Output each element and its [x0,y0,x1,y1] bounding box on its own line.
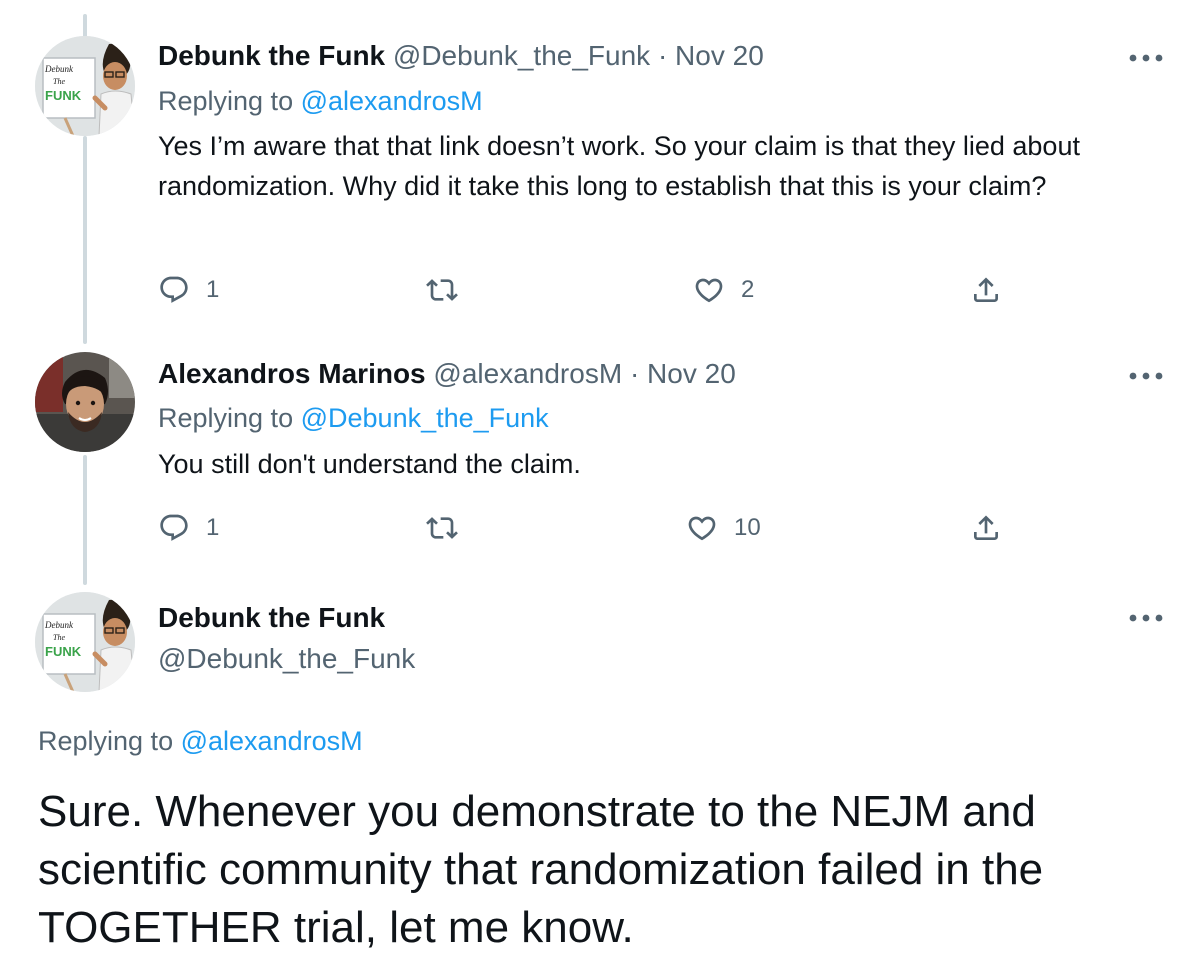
replying-to-mention[interactable]: @Debunk_the_Funk [301,403,549,433]
like-button[interactable]: 10 [686,508,761,548]
tweet-actions: 1 2 [158,270,1038,310]
more-options-button[interactable] [1124,606,1168,630]
display-name[interactable]: Debunk the Funk [158,40,385,71]
reply-count: 1 [206,276,220,303]
reply-button[interactable]: 1 [158,508,219,548]
avatar[interactable]: Debunk The FUNK [35,36,135,136]
retweet-button[interactable] [426,270,458,310]
retweet-button[interactable] [426,508,458,548]
display-name[interactable]: Debunk the Funk [158,602,385,633]
handle-block: @Debunk_the_Funk [158,643,415,675]
more-icon [1129,614,1163,622]
more-icon [1129,54,1163,62]
svg-text:FUNK: FUNK [45,644,82,659]
more-options-button[interactable] [1124,46,1168,70]
thread-line [83,14,87,38]
share-icon [970,274,1002,306]
tweet-date[interactable]: Nov 20 [675,40,764,71]
tweet-text: Yes I’m aware that that link doesn’t wor… [158,131,1080,201]
tweet-date[interactable]: Nov 20 [647,358,736,389]
reply-count: 1 [206,514,220,541]
thread-line [83,136,87,344]
debunk-the-funk-logo: Debunk The FUNK [35,592,135,692]
replying-to-mention[interactable]: @alexandrosM [301,86,483,116]
replying-to: Replying to @Debunk_the_Funk [158,403,549,434]
debunk-the-funk-logo: Debunk The FUNK [35,36,135,136]
retweet-icon [426,512,458,544]
tweet-text: You still don't understand the claim. [158,449,581,479]
avatar[interactable]: Debunk The FUNK [35,592,135,692]
like-icon [686,512,718,544]
svg-text:Debunk: Debunk [44,64,74,74]
focused-tweet-text: Sure. Whenever you demonstrate to the NE… [38,787,1044,952]
svg-text:The: The [53,633,65,642]
share-icon [970,512,1002,544]
tweet-header: Alexandros Marinos @alexandrosM · Nov 20 [158,358,736,390]
tweet-actions: 1 10 [158,508,1038,548]
reply-button[interactable]: 1 [158,270,219,310]
share-button[interactable] [970,270,1002,310]
like-button[interactable]: 2 [693,270,754,310]
retweet-icon [426,274,458,306]
replying-to-label: Replying to [158,86,294,116]
replying-to-mention[interactable]: @alexandrosM [181,726,363,756]
svg-text:Debunk: Debunk [44,620,74,630]
replying-to-label: Replying to [38,726,174,756]
svg-text:FUNK: FUNK [45,88,82,103]
reply-icon [158,512,190,544]
profile-photo [35,352,135,452]
thread-line [83,455,87,585]
separator-dot: · [629,358,640,389]
tweet-header: Debunk the Funk @Debunk_the_Funk · Nov 2… [158,40,764,72]
avatar[interactable] [35,352,135,452]
display-name-block: Debunk the Funk [158,602,385,634]
user-handle[interactable]: @Debunk_the_Funk [393,40,650,71]
share-button[interactable] [970,508,1002,548]
like-count: 10 [734,514,761,541]
more-options-button[interactable] [1124,364,1168,388]
svg-text:The: The [53,77,65,86]
like-icon [693,274,725,306]
user-handle[interactable]: @alexandrosM [433,358,622,389]
replying-to: Replying to @alexandrosM [158,86,483,117]
more-icon [1129,372,1163,380]
separator-dot: · [657,40,668,71]
replying-to-label: Replying to [158,403,294,433]
user-handle[interactable]: @Debunk_the_Funk [158,643,415,674]
like-count: 2 [741,276,755,303]
display-name[interactable]: Alexandros Marinos [158,358,426,389]
replying-to: Replying to @alexandrosM [38,726,363,757]
reply-icon [158,274,190,306]
